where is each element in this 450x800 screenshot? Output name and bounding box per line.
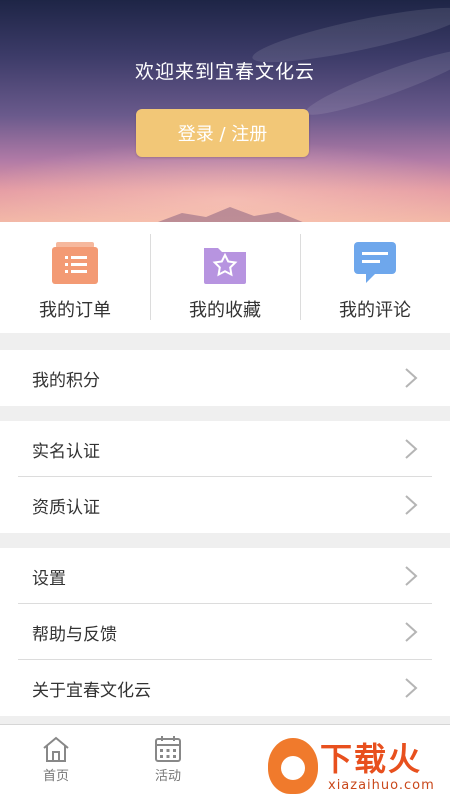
my-orders-button[interactable]: 我的订单 [0,222,150,333]
quick-actions: 我的订单 我的收藏 我的评论 [0,222,450,333]
watermark-site: xiazaihuo.com [328,778,435,793]
menu-item-label: 关于宜春文化云 [32,680,151,701]
tab-home[interactable]: 首页 [0,725,112,800]
settings-section: 设置 帮助与反馈 关于宜春文化云 [0,548,450,716]
menu-item-qualification[interactable]: 资质认证 [0,477,450,533]
tab-label: 活动 [154,769,181,784]
comments-icon [352,242,398,284]
tab-label: 首页 [42,769,69,784]
my-favorites-button[interactable]: 我的收藏 [150,222,300,333]
my-comments-button[interactable]: 我的评论 [300,222,450,333]
chevron-right-icon [405,622,418,642]
menu-item-help[interactable]: 帮助与反馈 [0,604,450,660]
menu-item-points[interactable]: 我的积分 [0,350,450,406]
menu-item-label: 实名认证 [32,441,100,462]
home-icon [43,736,69,762]
menu-item-settings[interactable]: 设置 [0,548,450,604]
menu-item-label: 我的积分 [32,370,100,391]
my-comments-label: 我的评论 [339,300,411,321]
chevron-right-icon [405,439,418,459]
chevron-right-icon [405,368,418,388]
verification-section: 实名认证 资质认证 [0,421,450,533]
menu-item-label: 设置 [32,568,66,589]
favorites-icon [202,242,248,284]
menu-item-about[interactable]: 关于宜春文化云 [0,660,450,716]
welcome-text: 欢迎来到宜春文化云 [134,61,315,83]
menu-item-label: 帮助与反馈 [32,624,117,645]
orders-icon [52,242,98,284]
menu-item-realname[interactable]: 实名认证 [0,421,450,477]
login-register-button[interactable]: 登录 / 注册 [136,109,309,157]
profile-header: 欢迎来到宜春文化云 登录 / 注册 [0,0,450,222]
chevron-right-icon [405,495,418,515]
menu-item-label: 资质认证 [32,497,100,518]
calendar-icon [155,736,181,762]
flame-icon [268,738,318,794]
watermark-logo: 下载火 xiazaihuo.com [268,730,450,800]
watermark-title: 下载火 [320,740,423,778]
my-favorites-label: 我的收藏 [189,300,261,321]
tab-activities[interactable]: 活动 [112,725,224,800]
my-orders-label: 我的订单 [39,300,111,321]
chevron-right-icon [405,678,418,698]
points-section: 我的积分 [0,350,450,406]
chevron-right-icon [405,566,418,586]
